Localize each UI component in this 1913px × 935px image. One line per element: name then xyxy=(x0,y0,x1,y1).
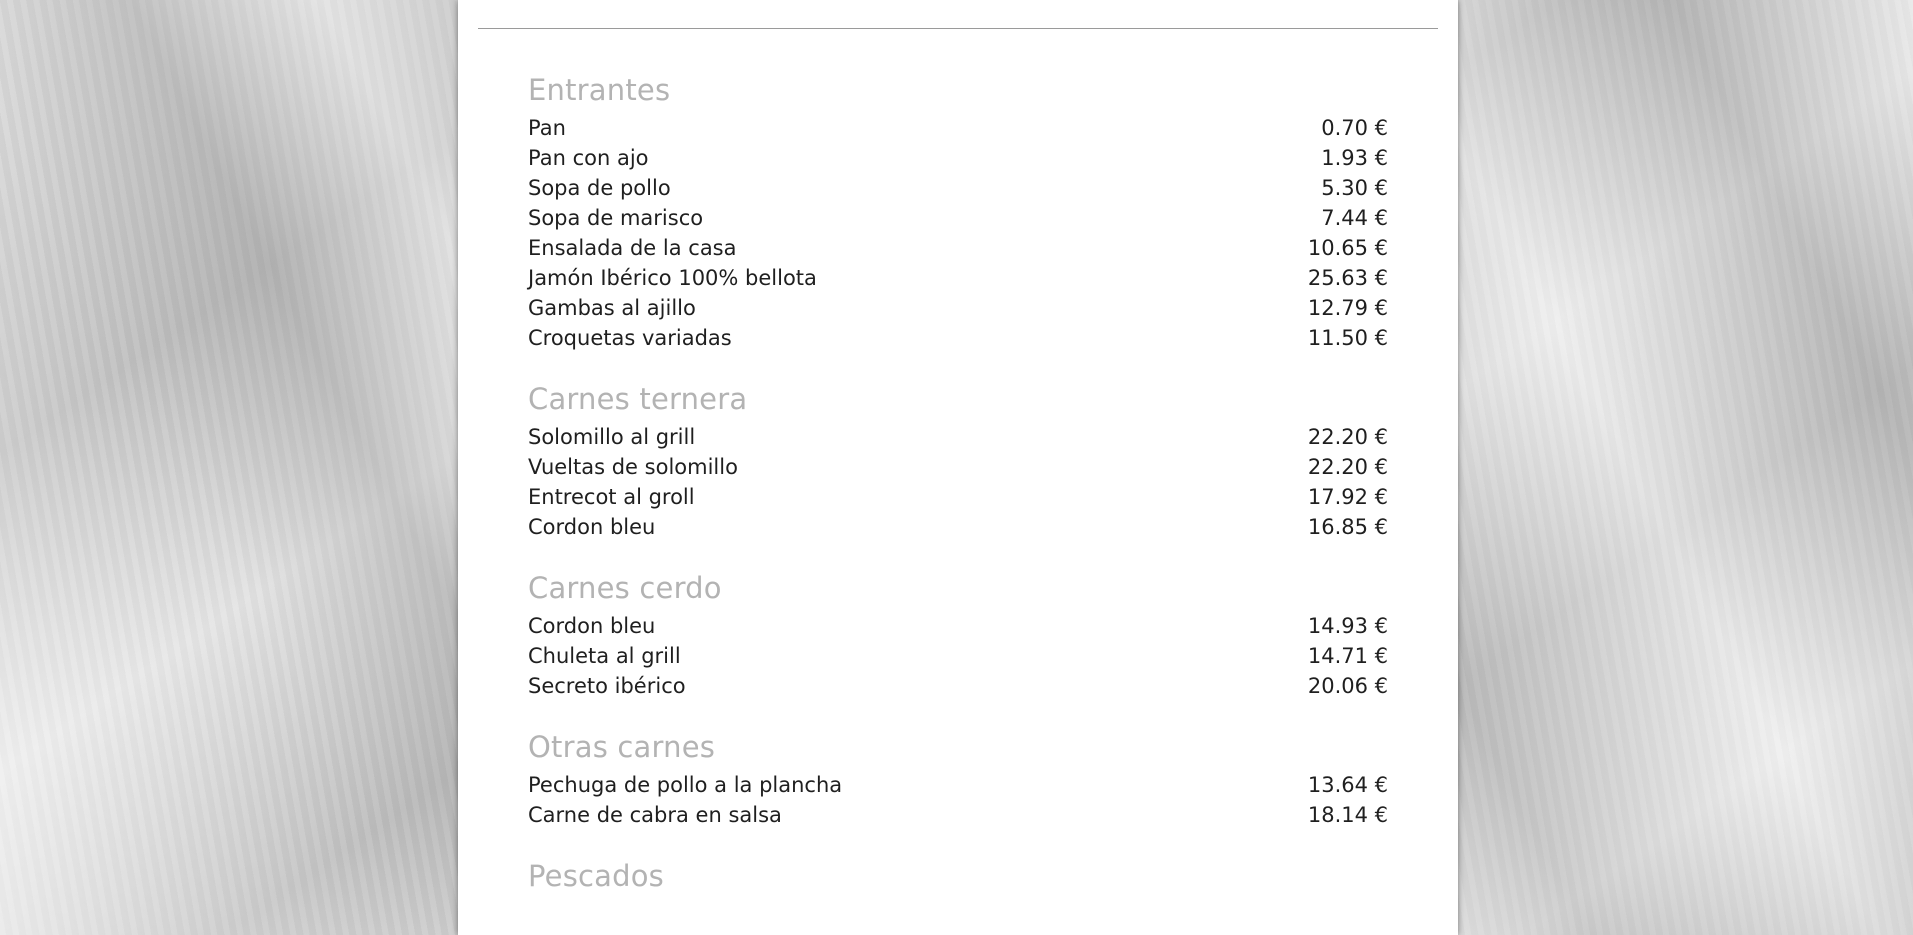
menu-item: Gambas al ajillo 12.79 € xyxy=(528,293,1388,323)
menu-item: Cordon bleu 16.85 € xyxy=(528,512,1388,542)
menu-item: Pan con ajo 1.93 € xyxy=(528,143,1388,173)
menu-item: Sopa de marisco 7.44 € xyxy=(528,203,1388,233)
item-name: Pechuga de pollo a la plancha xyxy=(528,773,843,797)
item-name: Jamón Ibérico 100% bellota xyxy=(528,266,817,290)
item-name: Croquetas variadas xyxy=(528,326,732,350)
section-title: Otras carnes xyxy=(528,730,716,764)
item-price: 22.20 € xyxy=(1307,455,1388,479)
menu-card: Entrantes Pan 0.70 € Pan con ajo 1.93 € So… xyxy=(458,0,1458,935)
item-name: Sopa de marisco xyxy=(528,206,704,230)
section-title: Carnes ternera xyxy=(528,382,748,416)
item-price: 14.71 € xyxy=(1307,644,1388,668)
item-price: 10.65 € xyxy=(1307,236,1388,260)
section-title: Pescados xyxy=(528,859,664,893)
item-price: 14.93 € xyxy=(1307,614,1388,638)
divider xyxy=(478,28,1438,29)
item-price: 17.92 € xyxy=(1307,485,1388,509)
item-price: 18.14 € xyxy=(1307,803,1388,827)
menu-section-otras-carnes: Otras carnes Pechuga de pollo a la planc… xyxy=(528,727,1388,830)
menu-list: Entrantes Pan 0.70 € Pan con ajo 1.93 € So… xyxy=(528,70,1388,922)
item-price: 25.63 € xyxy=(1307,266,1388,290)
item-price: 1.93 € xyxy=(1321,146,1388,170)
item-name: Secreto ibérico xyxy=(528,674,686,698)
item-price: 7.44 € xyxy=(1321,206,1388,230)
menu-section-pescados: Pescados xyxy=(528,856,1388,896)
item-name: Gambas al ajillo xyxy=(528,296,696,320)
item-name: Chuleta al grill xyxy=(528,644,681,668)
section-title: Entrantes xyxy=(528,73,671,107)
item-name: Cordon bleu xyxy=(528,515,656,539)
menu-item: Secreto ibérico 20.06 € xyxy=(528,671,1388,701)
item-price: 20.06 € xyxy=(1307,674,1388,698)
item-name: Cordon bleu xyxy=(528,614,656,638)
item-name: Solomillo al grill xyxy=(528,425,696,449)
item-name: Entrecot al groll xyxy=(528,485,695,509)
item-price: 12.79 € xyxy=(1307,296,1388,320)
menu-item: Chuleta al grill 14.71 € xyxy=(528,641,1388,671)
item-name: Pan con ajo xyxy=(528,146,649,170)
item-name: Carne de cabra en salsa xyxy=(528,803,782,827)
item-price: 5.30 € xyxy=(1321,176,1388,200)
menu-item: Carne de cabra en salsa 18.14 € xyxy=(528,800,1388,830)
menu-item: Solomillo al grill 22.20 € xyxy=(528,422,1388,452)
item-price: 13.64 € xyxy=(1307,773,1388,797)
menu-section-carnes-cerdo: Carnes cerdo Cordon bleu 14.93 € Chuleta … xyxy=(528,568,1388,701)
item-price: 16.85 € xyxy=(1307,515,1388,539)
item-price: 11.50 € xyxy=(1307,326,1388,350)
section-title: Carnes cerdo xyxy=(528,571,722,605)
item-name: Vueltas de solomillo xyxy=(528,455,738,479)
item-name: Ensalada de la casa xyxy=(528,236,737,260)
menu-item: Cordon bleu 14.93 € xyxy=(528,611,1388,641)
menu-item: Sopa de pollo 5.30 € xyxy=(528,173,1388,203)
item-name: Pan xyxy=(528,116,566,140)
item-name: Sopa de pollo xyxy=(528,176,671,200)
menu-item: Vueltas de solomillo 22.20 € xyxy=(528,452,1388,482)
menu-item: Croquetas variadas 11.50 € xyxy=(528,323,1388,353)
menu-item: Pan 0.70 € xyxy=(528,113,1388,143)
menu-item: Ensalada de la casa 10.65 € xyxy=(528,233,1388,263)
item-price: 0.70 € xyxy=(1321,116,1388,140)
menu-section-carnes-ternera: Carnes ternera Solomillo al grill 22.20 €… xyxy=(528,379,1388,542)
menu-section-entrantes: Entrantes Pan 0.70 € Pan con ajo 1.93 € So… xyxy=(528,70,1388,353)
item-price: 22.20 € xyxy=(1307,425,1388,449)
menu-item: Entrecot al groll 17.92 € xyxy=(528,482,1388,512)
menu-item: Pechuga de pollo a la plancha 13.64 € xyxy=(528,770,1388,800)
menu-item: Jamón Ibérico 100% bellota 25.63 € xyxy=(528,263,1388,293)
